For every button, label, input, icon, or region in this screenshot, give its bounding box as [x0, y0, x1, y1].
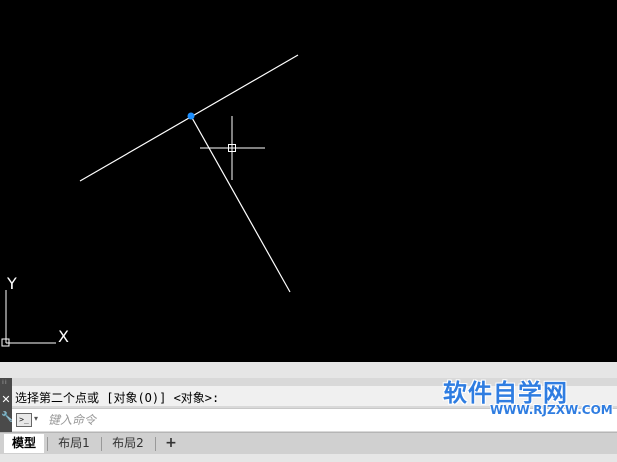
- bottom-strip: [0, 454, 617, 462]
- close-icon[interactable]: ✕: [1, 394, 11, 406]
- drawing-canvas[interactable]: Y X: [0, 0, 617, 362]
- ucs-y-label: Y: [6, 274, 17, 293]
- ucs-icon: Y X: [1, 274, 69, 347]
- customize-icon[interactable]: 🔧: [1, 412, 13, 424]
- add-layout-button[interactable]: +: [162, 435, 180, 451]
- tab-divider: [101, 437, 102, 451]
- command-area: ⁞⁞ ✕ 🔧 选择第二个点或 [对象(O)] <对象>: >_ ▾ 模型 布局1…: [0, 362, 617, 462]
- crosshair-cursor: [200, 116, 265, 180]
- tab-layout1[interactable]: 布局1: [50, 434, 98, 453]
- drag-handle-icon[interactable]: ⁞⁞: [2, 380, 10, 387]
- command-history-text: 选择第二个点或 [对象(O)] <对象>:: [15, 391, 220, 405]
- command-line-sidebar: ⁞⁞ ✕ 🔧: [0, 378, 13, 432]
- command-input-row: >_ ▾: [12, 408, 617, 431]
- drawing-svg[interactable]: Y X: [0, 0, 617, 362]
- command-history: 选择第二个点或 [对象(O)] <对象>:: [12, 386, 617, 406]
- command-prompt-icon[interactable]: >_: [16, 413, 32, 427]
- layout-tab-bar: 模型 布局1 布局2 +: [0, 432, 617, 455]
- construction-line-2[interactable]: [190, 115, 291, 293]
- tab-model[interactable]: 模型: [4, 434, 44, 453]
- command-area-gap: [0, 362, 617, 378]
- ucs-x-label: X: [58, 327, 69, 346]
- command-input[interactable]: [48, 411, 448, 429]
- tab-layout2[interactable]: 布局2: [104, 434, 152, 453]
- grip-point[interactable]: [187, 112, 195, 120]
- tab-divider: [47, 437, 48, 451]
- tab-divider: [155, 437, 156, 451]
- chevron-down-icon[interactable]: ▾: [34, 414, 38, 423]
